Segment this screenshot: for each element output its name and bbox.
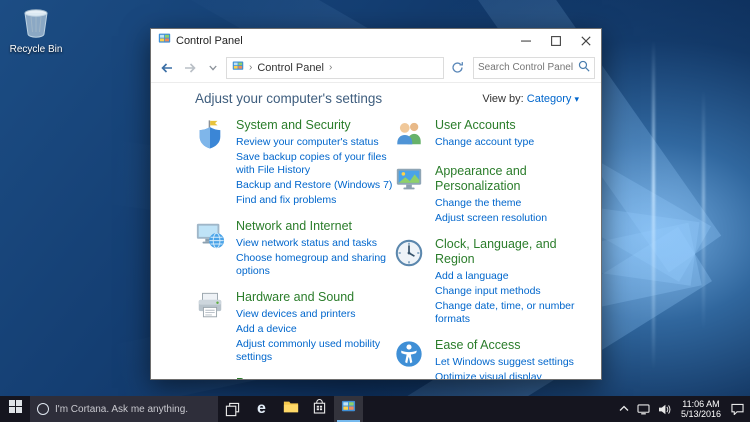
- control-panel-content: Adjust your computer's settings View by:…: [151, 83, 601, 379]
- category-hardware-and-sound: Hardware and Sound View devices and prin…: [195, 290, 394, 366]
- chevron-right-icon: ›: [329, 62, 333, 73]
- category-link[interactable]: View network status and tasks: [236, 237, 394, 250]
- system-security-icon[interactable]: [195, 118, 229, 209]
- file-explorer-button[interactable]: [276, 396, 305, 422]
- category-link[interactable]: Backup and Restore (Windows 7): [236, 179, 394, 192]
- category-network-and-internet: Network and Internet View network status…: [195, 219, 394, 280]
- page-title: Adjust your computer's settings: [195, 91, 383, 106]
- folder-icon: [283, 400, 299, 418]
- category-programs: Programs Uninstall a program: [195, 376, 394, 379]
- left-column: System and Security Review your computer…: [195, 118, 394, 379]
- category-link[interactable]: View devices and printers: [236, 308, 394, 321]
- category-link[interactable]: Adjust screen resolution: [435, 212, 593, 225]
- show-hidden-icons-button[interactable]: [615, 396, 633, 422]
- category-title[interactable]: Hardware and Sound: [236, 290, 394, 305]
- maximize-button[interactable]: [541, 29, 571, 53]
- clock-time: 11:06 AM: [682, 398, 720, 409]
- category-user-accounts: User Accounts Change account type: [394, 118, 593, 154]
- action-center-button[interactable]: [727, 396, 748, 422]
- network-internet-icon[interactable]: [195, 219, 229, 280]
- cortana-search-bar[interactable]: [30, 396, 218, 422]
- category-ease-of-access: Ease of Access Let Windows suggest setti…: [394, 338, 593, 379]
- start-button[interactable]: [0, 396, 30, 422]
- search-icon[interactable]: [578, 59, 590, 77]
- category-link[interactable]: Choose homegroup and sharing options: [236, 252, 394, 278]
- ease-of-access-icon[interactable]: [394, 338, 428, 379]
- control-panel-window: Control Panel › Control Panel › Search C…: [150, 28, 602, 380]
- category-link[interactable]: Optimize visual display: [435, 371, 574, 379]
- desktop: Recycle Bin Control Panel › Control Pane…: [0, 0, 750, 422]
- appearance-personalization-icon[interactable]: [394, 164, 428, 227]
- search-box[interactable]: [473, 56, 595, 79]
- task-view-button[interactable]: [218, 396, 247, 422]
- control-panel-icon: [158, 32, 171, 50]
- category-link[interactable]: Review your computer's status: [236, 136, 394, 149]
- category-link[interactable]: Let Windows suggest settings: [435, 356, 574, 369]
- category-link[interactable]: Change account type: [435, 136, 534, 149]
- titlebar[interactable]: Control Panel: [151, 29, 601, 53]
- search-input[interactable]: [478, 62, 578, 73]
- category-title[interactable]: Network and Internet: [236, 219, 394, 234]
- breadcrumb[interactable]: › Control Panel ›: [226, 56, 444, 79]
- edge-browser-button[interactable]: e: [247, 396, 276, 422]
- network-icon[interactable]: [633, 396, 654, 422]
- breadcrumb-item-control-panel[interactable]: Control Panel: [257, 62, 324, 74]
- category-link[interactable]: Change input methods: [435, 285, 593, 298]
- category-title[interactable]: Ease of Access: [435, 338, 574, 353]
- wallpaper-logo-edge: [702, 90, 705, 330]
- volume-icon[interactable]: [654, 396, 675, 422]
- cortana-icon: [37, 403, 49, 415]
- clock-date: 5/13/2016: [680, 409, 721, 419]
- control-panel-taskbar-button[interactable]: [334, 396, 363, 422]
- store-bag-icon: [313, 399, 326, 419]
- windows-logo-icon: [8, 400, 22, 418]
- chevron-down-icon[interactable]: ▾: [574, 94, 579, 104]
- view-by-label: View by:: [482, 92, 524, 105]
- window-title: Control Panel: [176, 35, 243, 47]
- navigation-bar: › Control Panel ›: [151, 53, 601, 83]
- category-system-and-security: System and Security Review your computer…: [195, 118, 394, 209]
- chevron-right-icon: ›: [249, 62, 253, 73]
- programs-icon[interactable]: [195, 376, 229, 379]
- taskbar-clock[interactable]: 11:06 AM 5/13/2016: [675, 399, 727, 420]
- category-clock-language-region: Clock, Language, and Region Add a langua…: [394, 237, 593, 328]
- recycle-bin[interactable]: Recycle Bin: [8, 8, 64, 55]
- store-button[interactable]: [305, 396, 334, 422]
- clock-language-region-icon[interactable]: [394, 237, 428, 328]
- recycle-bin-icon: [22, 9, 50, 42]
- category-link[interactable]: Adjust commonly used mobility settings: [236, 338, 394, 364]
- right-column: User Accounts Change account type Appear…: [394, 118, 593, 379]
- control-panel-icon: [232, 60, 244, 75]
- category-title[interactable]: System and Security: [236, 118, 394, 133]
- category-appearance-personalization: Appearance and Personalization Change th…: [394, 164, 593, 227]
- category-title[interactable]: User Accounts: [435, 118, 534, 133]
- hardware-sound-icon[interactable]: [195, 290, 229, 366]
- taskbar: e: [0, 396, 750, 422]
- forward-button[interactable]: [180, 57, 200, 79]
- category-title[interactable]: Appearance and Personalization: [435, 164, 593, 194]
- user-accounts-icon[interactable]: [394, 118, 428, 154]
- category-title[interactable]: Clock, Language, and Region: [435, 237, 593, 267]
- category-link[interactable]: Add a language: [435, 270, 593, 283]
- category-title[interactable]: Programs: [236, 376, 327, 379]
- recycle-bin-label: Recycle Bin: [9, 44, 63, 55]
- wallpaper-logo-edge: [652, 40, 655, 370]
- recent-locations-dropdown[interactable]: [203, 57, 223, 79]
- category-link[interactable]: Change date, time, or number formats: [435, 300, 593, 326]
- minimize-button[interactable]: [511, 29, 541, 53]
- category-link[interactable]: Find and fix problems: [236, 194, 394, 207]
- cortana-search-input[interactable]: [55, 403, 211, 415]
- category-link[interactable]: Save backup copies of your files with Fi…: [236, 151, 394, 177]
- close-button[interactable]: [571, 29, 601, 53]
- control-panel-icon: [341, 399, 356, 419]
- category-link[interactable]: Add a device: [236, 323, 394, 336]
- edge-icon: e: [257, 400, 266, 417]
- refresh-button[interactable]: [447, 57, 467, 79]
- category-link[interactable]: Change the theme: [435, 197, 593, 210]
- view-by-control: View by: Category ▾: [482, 93, 579, 105]
- back-button[interactable]: [157, 57, 177, 79]
- view-by-dropdown[interactable]: Category: [527, 93, 572, 105]
- system-tray: 11:06 AM 5/13/2016: [615, 396, 750, 422]
